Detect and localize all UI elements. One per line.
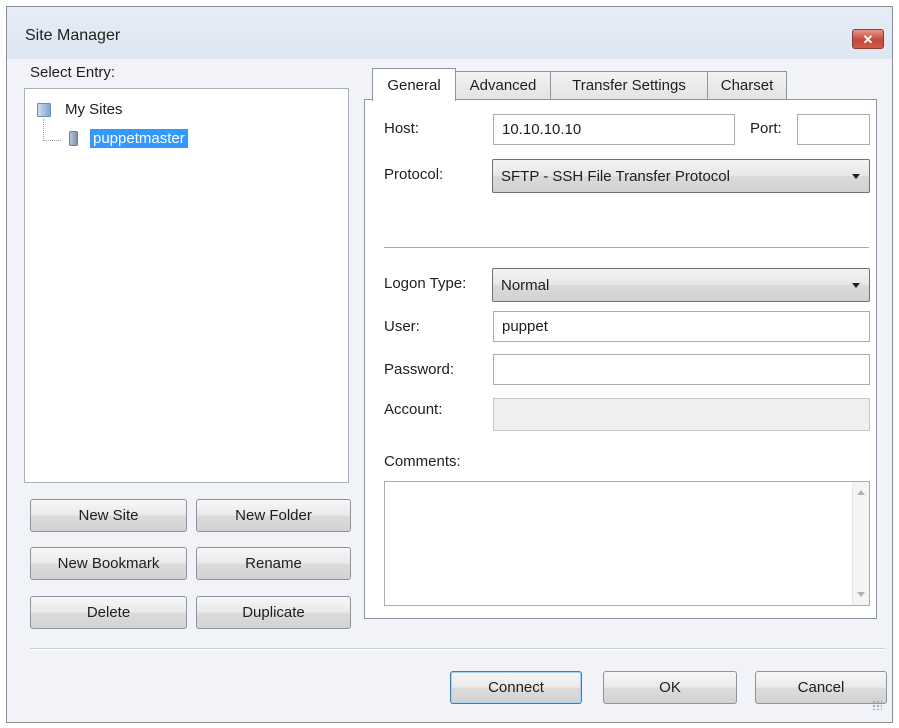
rename-button[interactable]: Rename — [196, 547, 351, 580]
tab-general[interactable]: General — [372, 68, 456, 101]
delete-button[interactable]: Delete — [30, 596, 187, 629]
logon-type-select[interactable]: Normal — [492, 268, 870, 302]
protocol-label: Protocol: — [384, 166, 444, 183]
chevron-down-icon — [852, 283, 860, 288]
close-button[interactable]: ✕ — [852, 29, 884, 49]
cancel-button[interactable]: Cancel — [755, 671, 887, 704]
comments-label: Comments: — [384, 453, 461, 470]
tab-advanced[interactable]: Advanced — [455, 71, 551, 99]
user-value: puppet — [502, 318, 548, 335]
new-bookmark-button[interactable]: New Bookmark — [30, 547, 187, 580]
tree-node-label: My Sites — [65, 101, 123, 118]
logon-type-value: Normal — [501, 276, 550, 294]
tab-transfer-settings[interactable]: Transfer Settings — [550, 71, 708, 99]
chevron-down-icon — [852, 174, 860, 179]
port-label: Port: — [750, 120, 782, 137]
password-input[interactable] — [493, 354, 870, 385]
user-input[interactable]: puppet — [493, 311, 870, 342]
comments-scrollbar[interactable] — [852, 482, 869, 605]
duplicate-button[interactable]: Duplicate — [196, 596, 351, 629]
user-label: User: — [384, 318, 420, 335]
site-icon — [69, 131, 78, 146]
protocol-value: SFTP - SSH File Transfer Protocol — [501, 167, 730, 185]
account-label: Account: — [384, 401, 443, 418]
tree-connector — [43, 119, 44, 141]
connect-button[interactable]: Connect — [450, 671, 582, 704]
window-title: Site Manager — [25, 27, 121, 44]
section-divider — [384, 247, 869, 249]
account-input — [493, 398, 870, 431]
close-icon: ✕ — [862, 31, 874, 47]
host-label: Host: — [384, 120, 420, 137]
title-bar[interactable]: Site Manager ✕ — [7, 7, 892, 59]
folder-icon — [37, 103, 51, 117]
tree-node-label: puppetmaster — [93, 130, 185, 147]
scroll-up-arrow-icon[interactable] — [857, 490, 865, 495]
ok-button[interactable]: OK — [603, 671, 737, 704]
footer-divider — [30, 648, 885, 650]
host-input[interactable]: 10.10.10.10 — [493, 114, 735, 145]
comments-textarea[interactable] — [384, 481, 870, 606]
host-value: 10.10.10.10 — [502, 121, 582, 138]
tab-charset[interactable]: Charset — [707, 71, 787, 99]
site-tree[interactable]: My Sites puppetmaster — [24, 88, 349, 483]
port-input[interactable] — [797, 114, 870, 145]
protocol-select[interactable]: SFTP - SSH File Transfer Protocol — [492, 159, 870, 193]
logon-type-label: Logon Type: — [384, 275, 467, 292]
new-site-button[interactable]: New Site — [30, 499, 187, 532]
password-label: Password: — [384, 361, 455, 378]
tree-connector — [43, 140, 61, 141]
new-folder-button[interactable]: New Folder — [196, 499, 351, 532]
tree-node-my-sites[interactable]: My Sites — [65, 101, 123, 118]
resize-grip-icon[interactable] — [872, 700, 882, 710]
select-entry-label: Select Entry: — [30, 64, 116, 81]
scroll-down-arrow-icon[interactable] — [857, 592, 865, 597]
tree-node-puppetmaster[interactable]: puppetmaster — [90, 129, 188, 148]
